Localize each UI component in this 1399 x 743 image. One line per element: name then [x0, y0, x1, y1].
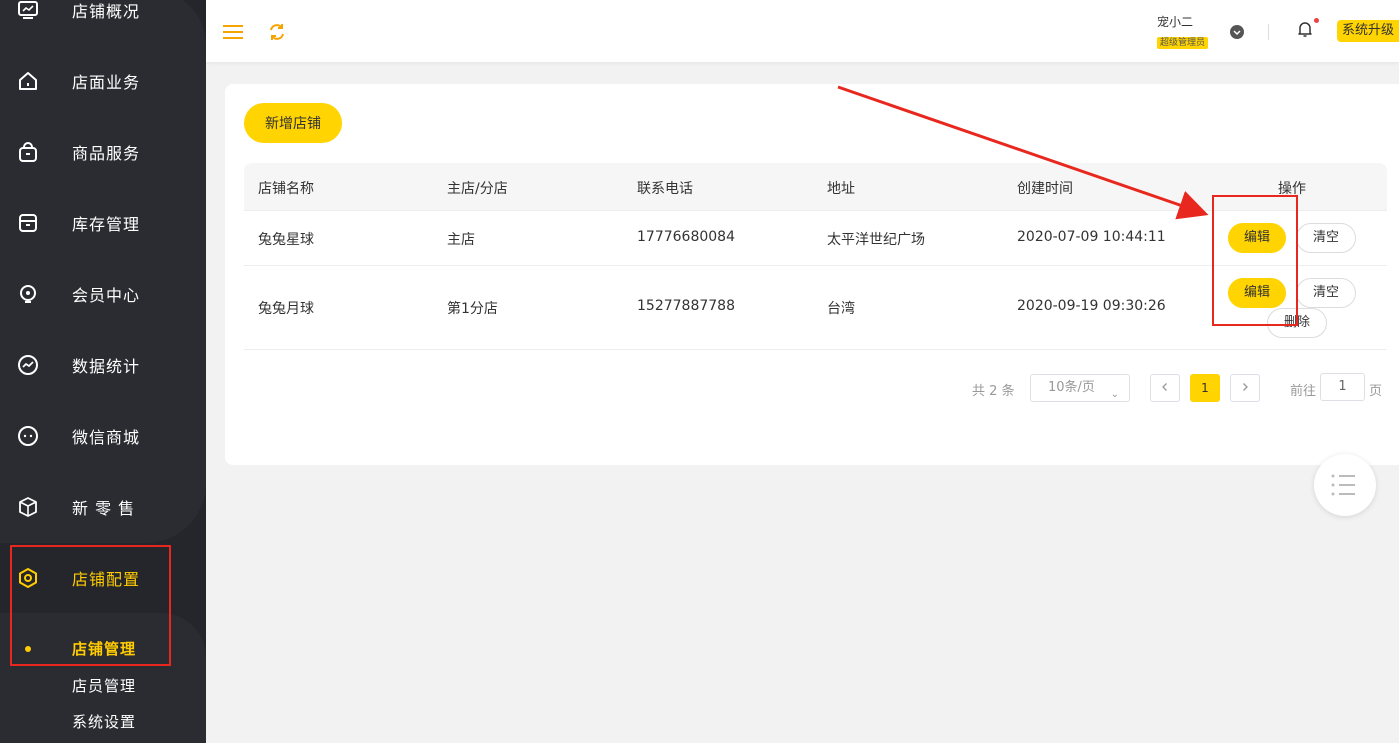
cell-address: 台湾	[827, 301, 855, 317]
bell-icon[interactable]	[1296, 20, 1314, 38]
page-unit-label: 页	[1369, 384, 1383, 399]
column-header: 店铺名称	[258, 181, 314, 197]
sidebar-item-label: 店铺概况	[72, 2, 141, 21]
sidebar-item-label: 库存管理	[72, 215, 141, 234]
clear-button[interactable]: 清空	[1296, 278, 1356, 308]
cell-phone: 15277887788	[637, 298, 735, 314]
sidebar-item-label: 会员中心	[72, 286, 141, 305]
top-header: 宠小二 超级管理员 系统升级	[206, 0, 1399, 62]
user-name: 宠小二	[1157, 15, 1194, 29]
cell-store-name: 兔兔月球	[258, 301, 314, 317]
goto-label: 前往	[1290, 384, 1317, 399]
sidebar-item-store-overview[interactable]: 店铺概况	[0, 0, 206, 35]
cell-created-time: 2020-09-19 09:30:26	[1017, 298, 1166, 314]
highlight-box	[10, 545, 171, 666]
sidebar-item-statistics[interactable]: 数据统计	[0, 340, 206, 390]
cell-address: 太平洋世纪广场	[827, 232, 925, 248]
sidebar-subitem-system-settings[interactable]: 系统设置	[72, 711, 136, 732]
sidebar-item-members[interactable]: 会员中心	[0, 269, 206, 319]
list-icon	[1331, 474, 1355, 496]
home-icon	[17, 70, 39, 92]
user-dropdown-icon[interactable]	[1230, 25, 1244, 39]
sidebar-item-inventory[interactable]: 库存管理	[0, 198, 206, 248]
pagination-total: 共 2 条	[972, 384, 1015, 399]
box-icon	[17, 212, 39, 234]
sidebar-item-new-retail[interactable]: 新 零 售	[0, 482, 206, 532]
sidebar-item-label: 店面业务	[72, 73, 141, 92]
add-store-button[interactable]: 新增店铺	[244, 103, 342, 143]
user-role-badge: 超级管理员	[1157, 37, 1209, 49]
sidebar-item-label: 微信商城	[72, 428, 141, 447]
prev-page-button[interactable]	[1150, 374, 1180, 402]
floating-list-button[interactable]	[1314, 454, 1376, 516]
chevron-down-icon: ⌄	[1110, 389, 1119, 400]
page-size-value: 10条/页	[1048, 380, 1095, 395]
monitor-icon	[17, 0, 39, 21]
column-header: 地址	[827, 181, 855, 197]
chat-icon	[17, 425, 39, 447]
column-header: 创建时间	[1017, 181, 1073, 197]
member-icon	[17, 283, 39, 305]
column-header: 主店/分店	[447, 181, 508, 197]
next-page-button[interactable]	[1230, 374, 1260, 402]
page-size-select[interactable]: 10条/页 ⌄	[1030, 374, 1130, 402]
chevron-left-icon	[1162, 383, 1167, 391]
menu-icon[interactable]	[222, 21, 244, 43]
highlight-box	[1212, 195, 1298, 326]
sidebar-subitem-staff-management[interactable]: 店员管理	[72, 675, 136, 696]
chart-icon	[17, 354, 39, 376]
sidebar-item-label: 新 零 售	[72, 499, 136, 518]
cell-store-name: 兔兔星球	[258, 232, 314, 248]
sidebar-item-label: 商品服务	[72, 144, 141, 163]
goto-page-input[interactable]: 1	[1320, 373, 1365, 401]
sidebar-item-storefront[interactable]: 店面业务	[0, 56, 206, 106]
chevron-right-icon	[1243, 383, 1248, 391]
sidebar-item-wechat-mall[interactable]: 微信商城	[0, 411, 206, 461]
sidebar-item-goods[interactable]: 商品服务	[0, 127, 206, 177]
notification-dot	[1314, 18, 1319, 23]
cube-icon	[17, 496, 39, 518]
cell-created-time: 2020-07-09 10:44:11	[1017, 229, 1166, 245]
cell-store-type: 第1分店	[447, 301, 498, 317]
column-header: 联系电话	[637, 181, 693, 197]
cell-phone: 17776680084	[637, 229, 735, 245]
sidebar: 店铺概况 店面业务 商品服务 库存管理 会员中心 数据统计 微信商城 新 零 售…	[0, 0, 206, 743]
bag-icon	[17, 141, 39, 163]
sidebar-item-label: 数据统计	[72, 357, 141, 376]
refresh-icon[interactable]	[266, 21, 288, 43]
page-number[interactable]: 1	[1190, 374, 1220, 402]
header-divider	[1268, 24, 1269, 40]
system-upgrade-button[interactable]: 系统升级	[1337, 20, 1399, 42]
cell-store-type: 主店	[447, 232, 475, 248]
clear-button[interactable]: 清空	[1296, 223, 1356, 253]
